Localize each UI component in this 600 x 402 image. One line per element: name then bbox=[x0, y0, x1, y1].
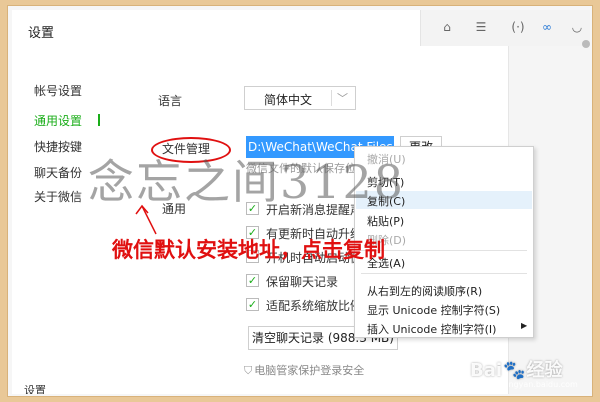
annotation-caption: 微信默认安装地址，点击复制 bbox=[112, 238, 385, 262]
paw-icon: 🐾 bbox=[503, 360, 526, 381]
baidu-text-left: Bai bbox=[470, 360, 503, 381]
baidu-url: jingyan.baidu.com bbox=[504, 380, 578, 389]
baidu-logo: Bai🐾经验 bbox=[470, 356, 562, 382]
baidu-text-right: 经验 bbox=[526, 360, 563, 381]
screenshot-frame: 设置 ⌂ ☰ (·) ∞ ◡ 帐号设置 通用设置 快捷按键 聊天备份 关于微信 … bbox=[7, 5, 593, 397]
text-watermark: 念忘之间3128 bbox=[88, 155, 406, 209]
